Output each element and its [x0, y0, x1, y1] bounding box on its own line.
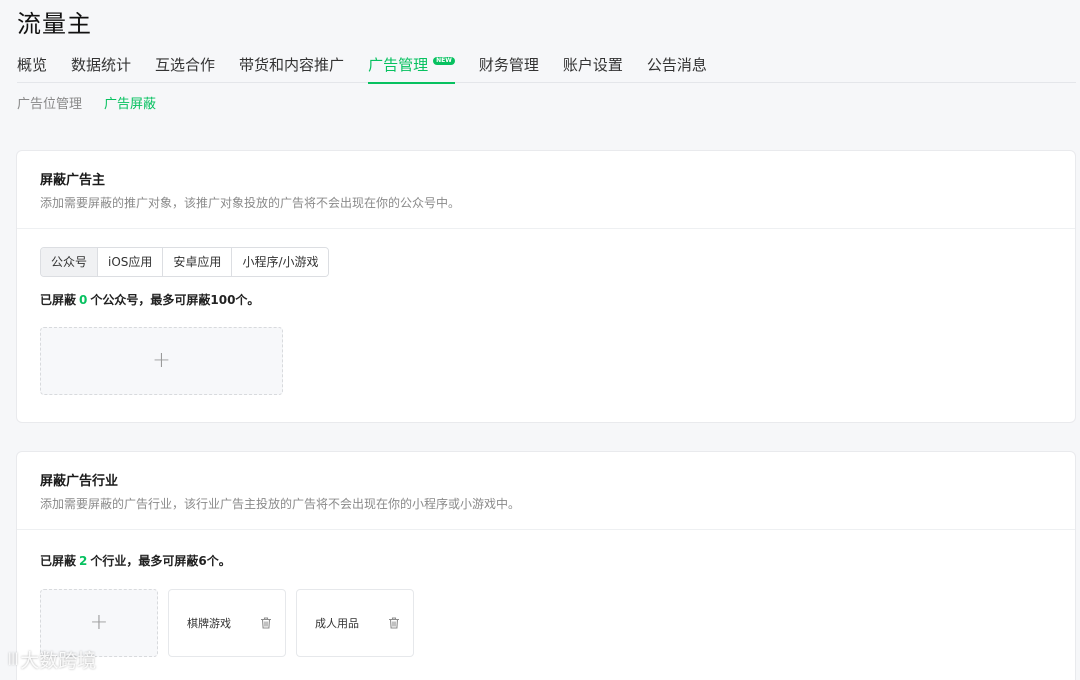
tab-label: 数据统计 — [71, 56, 132, 74]
segment-ios-app[interactable]: iOS应用 — [98, 248, 164, 276]
tab-data-statistics[interactable]: 数据统计 — [71, 54, 131, 83]
card-header: 屏蔽广告行业 添加需要屏蔽的广告行业，该行业广告主投放的广告将不会出现在你的小程… — [17, 452, 1075, 530]
blocked-industry-item: 棋牌游戏 — [168, 589, 286, 657]
watermark-logo-icon: ꔖ — [8, 649, 18, 670]
tab-finance-management[interactable]: 财务管理 — [479, 54, 539, 83]
tab-announcements[interactable]: 公告消息 — [647, 54, 707, 83]
tab-label: 账户设置 — [562, 56, 623, 74]
count-suffix: 个公众号，最多可屏蔽100个。 — [90, 293, 260, 307]
count-prefix: 已屏蔽 — [40, 554, 77, 568]
tab-mutual-cooperation[interactable]: 互选合作 — [155, 54, 215, 83]
tab-label: 公告消息 — [646, 56, 707, 74]
page-title: 流量主 — [17, 10, 92, 38]
subtab-ad-blocking[interactable]: 广告屏蔽 — [104, 93, 156, 112]
card-title: 屏蔽广告主 — [40, 173, 106, 188]
new-badge: NEW — [433, 57, 455, 65]
blocked-count: 2 — [79, 554, 88, 568]
plus-icon: + — [152, 348, 171, 373]
blocked-count: 0 — [79, 293, 88, 307]
tab-label: 带货和内容推广 — [239, 56, 345, 74]
tab-label: 概览 — [17, 56, 48, 74]
target-type-segmented-control: 公众号 iOS应用 安卓应用 小程序/小游戏 — [40, 247, 330, 277]
card-title: 屏蔽广告行业 — [40, 474, 119, 489]
count-prefix: 已屏蔽 — [40, 293, 77, 307]
tab-label: 财务管理 — [478, 56, 539, 74]
segment-android-app[interactable]: 安卓应用 — [163, 248, 233, 276]
add-advertiser-button[interactable]: + — [40, 327, 283, 395]
blocked-count-text: 已屏蔽 0 个公众号，最多可屏蔽100个。 — [40, 291, 259, 308]
watermark: ꔖ 大数跨境 — [8, 646, 96, 673]
trash-icon[interactable] — [259, 616, 273, 630]
blocked-count-text: 已屏蔽 2 个行业，最多可屏蔽6个。 — [40, 552, 231, 569]
tab-account-settings[interactable]: 账户设置 — [563, 54, 623, 83]
card-description: 添加需要屏蔽的推广对象，该推广对象投放的广告将不会出现在你的公众号中。 — [40, 196, 461, 210]
sub-nav: 广告位管理 广告屏蔽 — [17, 93, 178, 112]
count-suffix: 个行业，最多可屏蔽6个。 — [90, 554, 231, 568]
card-description: 添加需要屏蔽的广告行业，该行业广告主投放的广告将不会出现在你的小程序或小游戏中。 — [40, 497, 521, 511]
trash-icon[interactable] — [387, 616, 401, 630]
tab-ad-management[interactable]: 广告管理 NEW — [368, 54, 455, 84]
tab-label: 互选合作 — [155, 56, 216, 74]
blocked-industry-item: 成人用品 — [296, 589, 414, 657]
industry-label: 成人用品 — [315, 617, 359, 630]
watermark-text: 大数跨境 — [20, 650, 97, 672]
industry-label: 棋牌游戏 — [187, 617, 231, 630]
card-header: 屏蔽广告主 添加需要屏蔽的推广对象，该推广对象投放的广告将不会出现在你的公众号中… — [17, 151, 1075, 229]
block-industry-card: 屏蔽广告行业 添加需要屏蔽的广告行业，该行业广告主投放的广告将不会出现在你的小程… — [16, 451, 1076, 680]
plus-icon: + — [89, 610, 109, 635]
segment-official-account[interactable]: 公众号 — [41, 248, 99, 276]
block-advertiser-card: 屏蔽广告主 添加需要屏蔽的推广对象，该推广对象投放的广告将不会出现在你的公众号中… — [16, 150, 1076, 423]
main-nav: 概览 数据统计 互选合作 带货和内容推广 广告管理 NEW 财务管理 账户设置 公… — [17, 54, 1076, 84]
subtab-ad-slot-management[interactable]: 广告位管理 — [17, 93, 82, 112]
segment-mini-program-game[interactable]: 小程序/小游戏 — [232, 248, 329, 276]
tab-label: 广告管理 — [368, 56, 429, 74]
tab-goods-content-promotion[interactable]: 带货和内容推广 — [239, 54, 344, 83]
tab-overview[interactable]: 概览 — [17, 54, 47, 83]
